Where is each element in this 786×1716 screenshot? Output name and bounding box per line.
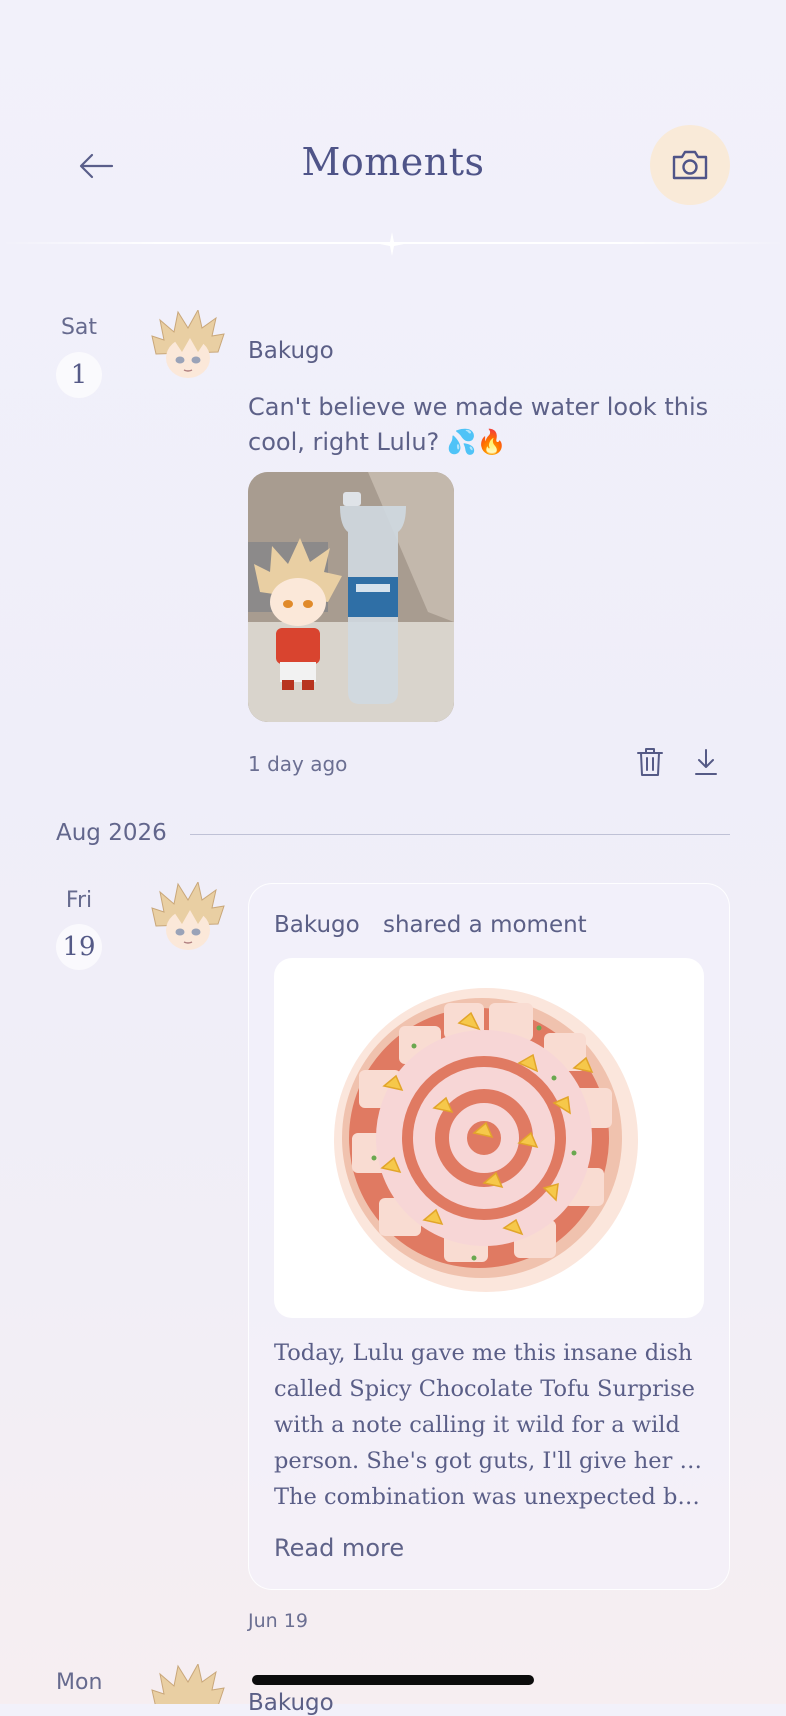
shared-text-line: person. She's got guts, I'll give her th…: [274, 1448, 704, 1474]
camera-button[interactable]: [650, 125, 730, 205]
post-dow: Sat: [60, 315, 98, 340]
shared-action: shared a moment: [383, 912, 587, 938]
post-text: Can't believe we made water look this co…: [248, 393, 709, 456]
photo-image: [248, 472, 454, 722]
month-label: Aug 2026: [56, 820, 167, 846]
shared-text-line: Today, Lulu gave me this insane dish: [274, 1340, 693, 1366]
download-button[interactable]: [688, 744, 724, 780]
avatar[interactable]: [150, 882, 226, 954]
shared-text-line: called Spicy Chocolate Tofu Surprise: [274, 1376, 695, 1402]
shared-date: Jun 19: [248, 1610, 308, 1632]
download-icon: [695, 749, 717, 775]
post-author: Bakugo: [248, 338, 334, 364]
shared-day: 19: [56, 924, 102, 970]
post-time: 1 day ago: [248, 752, 348, 776]
shared-text-line: The combination was unexpected but…: [274, 1484, 704, 1510]
delete-button[interactable]: [632, 744, 668, 780]
shared-author: Bakugo: [274, 912, 360, 938]
read-more-link[interactable]: Read more: [274, 1534, 404, 1562]
post-day: 1: [56, 352, 102, 398]
month-rule: [190, 834, 730, 835]
shared-text-line: with a note calling it wild for a wild: [274, 1412, 680, 1438]
sparkle-icon: [380, 232, 404, 256]
home-indicator: [252, 1675, 534, 1685]
next-dow: Mon: [56, 1670, 103, 1695]
post-photo[interactable]: [248, 472, 454, 722]
avatar[interactable]: [150, 310, 226, 382]
dish-illustration: [334, 988, 638, 1292]
avatar[interactable]: [150, 1664, 226, 1704]
next-author: Bakugo: [248, 1690, 334, 1716]
shared-image[interactable]: [274, 958, 704, 1318]
camera-icon: [672, 150, 708, 180]
shared-text: Today, Lulu gave me this insane dish cal…: [274, 1335, 704, 1515]
shared-dow: Fri: [65, 888, 93, 913]
trash-icon: [637, 748, 663, 776]
